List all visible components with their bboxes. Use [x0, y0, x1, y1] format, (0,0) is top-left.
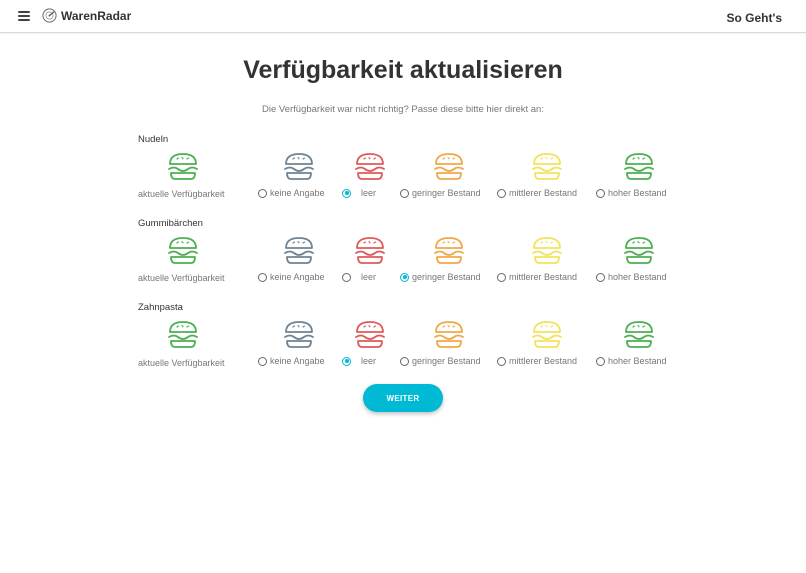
current-availability-burger-icon — [166, 236, 200, 266]
option-mittel[interactable]: mittlerer Bestand — [497, 272, 577, 282]
option-gering[interactable]: geringer Bestand — [400, 356, 481, 366]
status-burger-icon-keine[interactable] — [282, 236, 316, 266]
current-availability-label: aktuelle Verfügbarkeit — [138, 273, 225, 283]
option-label: geringer Bestand — [412, 356, 481, 366]
radio-mittel[interactable] — [497, 272, 506, 282]
warenradar-logo-icon — [42, 8, 57, 23]
current-availability-burger-icon — [166, 320, 200, 350]
option-keine[interactable]: keine Angabe — [258, 272, 325, 282]
radio-leer[interactable] — [342, 188, 351, 198]
status-burger-icon-mittel[interactable] — [530, 320, 564, 350]
status-burger-icon-leer[interactable] — [353, 152, 387, 182]
page-subtitle: Die Verfügbarkeit war nicht richtig? Pas… — [262, 104, 544, 115]
radio-gering[interactable] — [400, 356, 409, 366]
radio-mittel[interactable] — [497, 188, 506, 198]
option-hoch[interactable]: hoher Bestand — [596, 188, 667, 198]
radio-hoch[interactable] — [596, 356, 605, 366]
current-availability-label: aktuelle Verfügbarkeit — [138, 189, 225, 199]
option-label: geringer Bestand — [412, 272, 481, 282]
status-burger-icon-gering[interactable] — [432, 236, 466, 266]
radio-keine[interactable] — [258, 188, 267, 198]
radio-gering[interactable] — [400, 272, 409, 282]
option-label: mittlerer Bestand — [509, 356, 578, 366]
status-burger-icon-mittel[interactable] — [530, 152, 564, 182]
status-burger-icon-leer[interactable] — [353, 320, 387, 350]
radio-mittel[interactable] — [497, 356, 506, 366]
status-burger-icon-leer[interactable] — [353, 236, 387, 266]
option-label: mittlerer Bestand — [509, 272, 578, 282]
product-name: Nudeln — [138, 134, 169, 145]
app-name: WarenRadar — [61, 9, 132, 23]
status-burger-icon-mittel[interactable] — [530, 236, 564, 266]
radio-leer[interactable] — [342, 272, 351, 282]
product-row: Gummibärchen aktuelle Verfügbarkeit keine … — [0, 218, 806, 298]
hamburger-menu-icon[interactable] — [18, 11, 30, 21]
option-label: keine Angabe — [270, 356, 325, 366]
option-keine[interactable]: keine Angabe — [258, 188, 325, 198]
radio-leer[interactable] — [342, 356, 351, 366]
product-row: Nudeln aktuelle Verfügbarkeit keine Angabe… — [0, 134, 806, 214]
radio-keine[interactable] — [258, 272, 267, 282]
option-label: leer — [361, 188, 377, 198]
option-leer[interactable]: leer — [342, 356, 376, 366]
option-label: hoher Bestand — [608, 272, 667, 282]
radio-hoch[interactable] — [596, 272, 605, 282]
howto-link[interactable]: So Geht's — [726, 11, 782, 25]
radio-gering[interactable] — [400, 188, 409, 198]
product-name: Gummibärchen — [138, 218, 203, 229]
option-label: keine Angabe — [270, 272, 325, 282]
product-row: Zahnpasta aktuelle Verfügbarkeit keine Ang… — [0, 302, 806, 382]
status-burger-icon-keine[interactable] — [282, 320, 316, 350]
option-label: hoher Bestand — [608, 188, 667, 198]
option-mittel[interactable]: mittlerer Bestand — [497, 356, 577, 366]
page-title: Verfügbarkeit aktualisieren — [243, 56, 563, 84]
status-burger-icon-hoch[interactable] — [622, 152, 656, 182]
option-label: geringer Bestand — [412, 188, 481, 198]
option-gering[interactable]: geringer Bestand — [400, 188, 481, 198]
option-leer[interactable]: leer — [342, 272, 376, 282]
option-label: leer — [361, 356, 377, 366]
product-name: Zahnpasta — [138, 302, 183, 313]
status-burger-icon-gering[interactable] — [432, 320, 466, 350]
option-hoch[interactable]: hoher Bestand — [596, 356, 667, 366]
current-availability-burger-icon — [166, 152, 200, 182]
option-leer[interactable]: leer — [342, 188, 376, 198]
option-keine[interactable]: keine Angabe — [258, 356, 325, 366]
radio-keine[interactable] — [258, 356, 267, 366]
option-label: mittlerer Bestand — [509, 188, 578, 198]
status-burger-icon-hoch[interactable] — [622, 236, 656, 266]
status-burger-icon-gering[interactable] — [432, 152, 466, 182]
option-label: leer — [361, 272, 377, 282]
current-availability-label: aktuelle Verfügbarkeit — [138, 358, 225, 368]
option-label: keine Angabe — [270, 188, 325, 198]
status-burger-icon-keine[interactable] — [282, 152, 316, 182]
option-gering[interactable]: geringer Bestand — [400, 272, 481, 282]
option-label: hoher Bestand — [608, 356, 667, 366]
radio-hoch[interactable] — [596, 188, 605, 198]
next-button[interactable]: WEITER — [363, 384, 443, 412]
option-mittel[interactable]: mittlerer Bestand — [497, 188, 577, 198]
status-burger-icon-hoch[interactable] — [622, 320, 656, 350]
option-hoch[interactable]: hoher Bestand — [596, 272, 667, 282]
top-bar: WarenRadar So Geht's — [0, 0, 806, 33]
